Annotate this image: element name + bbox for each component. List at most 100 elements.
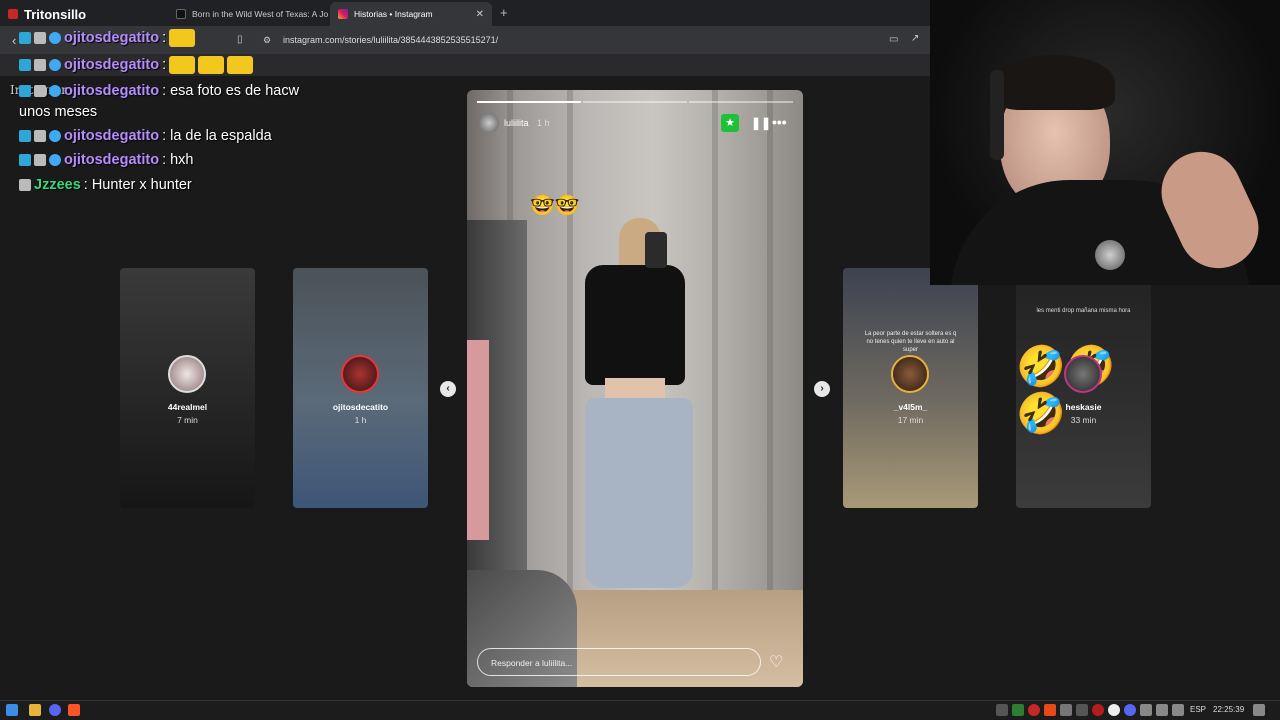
story-card-ojitosdecatito[interactable]: ojitosdecatito 1 h [293, 268, 428, 508]
tray-icon[interactable] [1060, 704, 1072, 716]
discord-icon[interactable] [49, 704, 61, 716]
story-progress-segment [477, 101, 581, 103]
heart-icon[interactable]: ♡ [769, 652, 783, 672]
mate-cup-icon [1095, 240, 1125, 270]
chat-username: ojitosdegatito [64, 57, 160, 73]
story-username: _v4l5m_ [893, 402, 928, 412]
chat-badge-icon [19, 85, 31, 97]
chat-username: ojitosdegatito [64, 128, 160, 144]
chat-message: Jzzees : Hunter x hunter [19, 177, 192, 193]
pause-icon[interactable]: ❚❚ [751, 116, 771, 130]
tray-icon[interactable] [1092, 704, 1104, 716]
story-card-v4l5m[interactable]: La peor parte de estar soltera es q no t… [843, 268, 978, 508]
back-arrow-icon[interactable]: ‹ [12, 33, 16, 48]
more-options-icon[interactable]: ••• [772, 114, 787, 130]
chat-text: : la de la espalda [162, 128, 272, 144]
clock[interactable]: 22:25:39 [1213, 705, 1244, 714]
tab-tritonsillo[interactable]: Tritonsillo [0, 2, 160, 26]
tab-label: Historias • Instagram [354, 9, 433, 19]
emote-icon [227, 56, 254, 74]
network-icon[interactable] [1156, 704, 1168, 716]
person-pants [585, 398, 693, 588]
avatar [341, 355, 379, 393]
chat-badge-icon [19, 130, 31, 142]
brave-browser-icon[interactable] [68, 704, 80, 716]
site-settings-icon[interactable]: ⚙ [263, 35, 271, 46]
story-time: 1 h [354, 415, 367, 425]
file-explorer-icon[interactable] [29, 704, 41, 716]
chat-badge-icon [34, 130, 46, 142]
phone [645, 232, 667, 268]
notifications-icon[interactable] [1253, 704, 1265, 716]
volume-icon[interactable] [1172, 704, 1184, 716]
chat-username: ojitosdegatito [64, 83, 160, 99]
taskbar [0, 700, 1280, 720]
avatar[interactable] [479, 113, 499, 133]
tray-icon[interactable] [1124, 704, 1136, 716]
new-tab-button[interactable]: + [500, 5, 508, 20]
chat-badge-icon [49, 130, 61, 142]
story-caption: La peor parte de estar soltera es q no t… [864, 331, 957, 353]
reply-input[interactable]: Responder a luliilita... [477, 648, 761, 676]
chat-badge-icon [19, 179, 31, 191]
emote-icon [169, 29, 196, 47]
chat-badge-icon [49, 85, 61, 97]
url-field[interactable]: instagram.com/stories/luliilita/38544438… [283, 35, 498, 45]
bookmark-icon[interactable]: ▯ [237, 34, 243, 45]
tray-icon[interactable] [1044, 704, 1056, 716]
chat-text: : [162, 30, 167, 46]
tab-historias-instagram[interactable]: Historias • Instagram ✕ [330, 2, 492, 26]
tray-icon[interactable] [996, 704, 1008, 716]
story-emoji: 🤓🤓 [530, 195, 580, 217]
headphones-icon [990, 70, 1004, 160]
story-card-heskasie[interactable]: les menti drop mañana misma hora 🤣🤣🤣 hes… [1016, 268, 1151, 508]
story-caption: les menti drop mañana misma hora [1036, 308, 1131, 314]
chat-badge-icon [34, 85, 46, 97]
main-story[interactable]: luliilita 1 h ★ ❚❚ ••• 🤓🤓 Responder a lu… [467, 90, 803, 687]
chat-text: : hxh [162, 152, 194, 168]
share-icon[interactable]: ↗ [911, 33, 919, 44]
close-tab-icon[interactable]: ✕ [476, 9, 484, 20]
chat-badge-icon [19, 59, 31, 71]
chat-badge-icon [49, 154, 61, 166]
previous-story-button[interactable]: ‹ [440, 381, 456, 397]
emote-icon [169, 56, 196, 74]
story-username: heskasie [1065, 402, 1102, 412]
instagram-icon [338, 9, 348, 19]
chat-text: : [162, 57, 167, 73]
story-username: 44realmel [167, 402, 208, 412]
tab-label: Born in the Wild West of Texas: A Jou [192, 9, 328, 19]
battery-icon[interactable] [1140, 704, 1152, 716]
cast-icon[interactable]: ▭ [889, 34, 898, 45]
next-story-button[interactable]: › [814, 381, 830, 397]
story-time: 7 min [177, 415, 198, 425]
chat-badge-icon [19, 154, 31, 166]
tab-born-wild-west[interactable]: Born in the Wild West of Texas: A Jou [168, 2, 328, 26]
chat-text: unos meses [19, 104, 98, 120]
person-top [585, 265, 685, 385]
chat-message: ojitosdegatito : [19, 56, 254, 74]
language-indicator[interactable]: ESP [1190, 705, 1206, 714]
chat-message: ojitosdegatito : esa foto es de hacw [19, 83, 299, 99]
windows-start-icon[interactable] [6, 704, 18, 716]
tray-icon[interactable] [1108, 704, 1120, 716]
story-progress-segment [689, 101, 793, 103]
chat-message: ojitosdegatito : hxh [19, 152, 194, 168]
tray-icon[interactable] [1076, 704, 1088, 716]
chat-badge-icon [49, 32, 61, 44]
story-username: ojitosdecatito [332, 402, 389, 412]
chat-badge-icon [19, 32, 31, 44]
story-card-44realmel[interactable]: 44realmel 7 min [120, 268, 255, 508]
chat-message: ojitosdegatito : la de la espalda [19, 128, 272, 144]
chat-username: ojitosdegatito [64, 30, 160, 46]
tray-icon[interactable] [1028, 704, 1040, 716]
webcam-overlay [930, 0, 1280, 285]
story-time: 17 min [897, 415, 924, 425]
chat-text: : Hunter x hunter [83, 177, 192, 193]
tray-icon[interactable] [1012, 704, 1024, 716]
avatar [891, 355, 929, 393]
story-username[interactable]: luliilita [504, 118, 529, 128]
curtain [767, 90, 773, 600]
chat-message: unos meses [19, 104, 97, 120]
chat-username: Jzzees [34, 177, 81, 193]
